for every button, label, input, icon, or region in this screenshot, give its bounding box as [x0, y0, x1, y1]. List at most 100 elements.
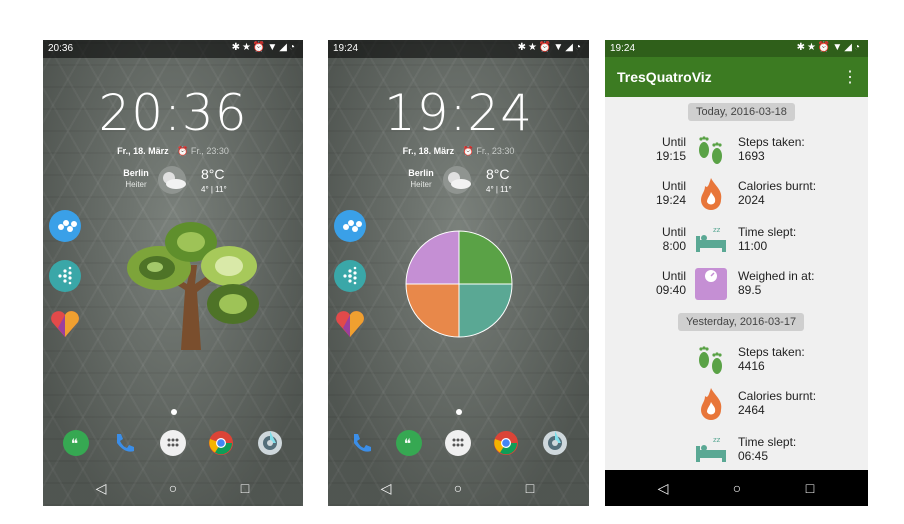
date-text: Fr., 18. März: [402, 146, 455, 156]
scale-icon: [695, 268, 727, 300]
date-header-yesterday: Yesterday, 2016-03-17: [678, 313, 805, 331]
status-time: 20:36: [48, 43, 74, 54]
until-label: Until 09:40: [655, 269, 686, 297]
app-bar: TresQuatroViz ⋮: [605, 57, 868, 97]
metric-text: Steps taken: 1693: [738, 135, 805, 163]
app-dots-icon[interactable]: [334, 210, 366, 242]
pie-slice: [458, 230, 513, 285]
fitbit-icon[interactable]: [334, 260, 366, 292]
phone-icon[interactable]: [111, 430, 137, 456]
list-item[interactable]: Until 19:24 Calories burnt: 2024: [605, 176, 868, 216]
weather-widget[interactable]: Berlin Heiter 8°C 4° | 11°: [328, 165, 589, 199]
app-drawer-icon[interactable]: [160, 430, 186, 456]
weather-condition: Heiter: [410, 180, 432, 189]
date-header-today: Today, 2016-03-18: [688, 103, 795, 121]
nav-bar: ◁ ○ □: [43, 470, 303, 506]
weather-widget[interactable]: Berlin Heiter 8°C 4° | 11°: [43, 165, 303, 199]
pie-visualization[interactable]: [404, 229, 514, 339]
date-text: Fr., 18. März: [117, 146, 169, 156]
home-icon[interactable]: ○: [163, 478, 183, 498]
status-icons: ✱★⏰▼◢◔: [517, 42, 583, 53]
status-bar: 20:36 ✱★⏰▼◢◔: [43, 40, 303, 58]
page-indicator: [171, 409, 177, 415]
metric-text: Calories burnt: 2024: [738, 179, 817, 207]
metric-text: Steps taken: 4416: [738, 345, 805, 373]
app-dots-icon[interactable]: [49, 210, 81, 242]
chrome-icon[interactable]: [208, 430, 234, 456]
svg-text:zz: zz: [713, 436, 721, 444]
pie-slice: [458, 283, 513, 338]
recents-icon[interactable]: □: [235, 478, 255, 498]
metric-text: Weighed in at: 89.5: [738, 269, 815, 297]
nav-bar: ◁ ○ □: [328, 470, 589, 506]
tree-visualization[interactable]: [121, 220, 263, 355]
back-icon[interactable]: ◁: [91, 478, 111, 498]
phone-screen-tree: 20:36 ✱★⏰▼◢◔ 20:36 Fr., 18. März ⏰ Fr., …: [43, 40, 303, 506]
list-item[interactable]: Steps taken: 4416: [605, 342, 868, 382]
clock-widget[interactable]: 19:24: [328, 84, 589, 142]
weather-range: 4° | 11°: [486, 185, 512, 194]
back-icon[interactable]: ◁: [653, 478, 673, 498]
sleep-bed-icon: zz: [696, 436, 726, 462]
clock-widget[interactable]: 20:36: [43, 84, 303, 142]
weather-temperature: 8°C: [486, 166, 510, 182]
next-alarm: ⏰ Fr., 23:30: [462, 146, 515, 156]
list-item[interactable]: Until 19:15 Steps taken: 1693: [605, 132, 868, 172]
until-label: Until 19:15: [655, 135, 686, 163]
chrome-icon[interactable]: [493, 430, 519, 456]
pie-slice: [405, 230, 460, 285]
health-heart-icon[interactable]: [334, 308, 366, 340]
home-icon[interactable]: ○: [448, 478, 468, 498]
list-item[interactable]: zz Time slept: 06:45: [605, 432, 868, 472]
next-alarm: ⏰ Fr., 23:30: [177, 146, 229, 156]
metric-text: Time slept: 06:45: [738, 435, 797, 463]
phone-screen-app: 19:24 ✱★⏰▼◢◔ TresQuatroViz ⋮ Today, 2016…: [605, 40, 868, 506]
next-alarm-text: Fr., 23:30: [190, 146, 229, 156]
health-heart-icon[interactable]: [49, 308, 81, 340]
weather-temperature: 8°C: [201, 166, 225, 182]
date-line: Fr., 18. März ⏰ Fr., 23:30: [328, 146, 589, 157]
status-bar: 19:24 ✱★⏰▼◢◔: [328, 40, 589, 58]
home-icon[interactable]: ○: [727, 478, 747, 498]
status-bar: 19:24 ✱★⏰▼◢◔: [605, 40, 868, 57]
next-alarm-text: Fr., 23:30: [476, 146, 515, 156]
svg-text:zz: zz: [713, 226, 721, 234]
camera-icon[interactable]: [257, 430, 283, 456]
metric-text: Calories burnt: 2464: [738, 389, 817, 417]
until-label: Until 19:24: [655, 179, 686, 207]
camera-icon[interactable]: [542, 430, 568, 456]
dock: ❝: [328, 430, 589, 460]
list-item[interactable]: Until 09:40 Weighed in at: 89.5: [605, 266, 868, 306]
back-icon[interactable]: ◁: [376, 478, 396, 498]
app-title: TresQuatroViz: [617, 69, 712, 85]
footprints-icon: [699, 346, 722, 374]
recents-icon[interactable]: □: [520, 478, 540, 498]
sleep-bed-icon: zz: [696, 226, 726, 252]
list-item[interactable]: Until 8:00 zz Time slept: 11:00: [605, 222, 868, 262]
status-icons: ✱★⏰▼◢◔: [796, 42, 862, 53]
phone-icon[interactable]: [348, 430, 374, 456]
list-item[interactable]: Calories burnt: 2464: [605, 386, 868, 426]
flame-icon: [701, 178, 722, 210]
svg-text:❝: ❝: [404, 437, 411, 452]
date-line: Fr., 18. März ⏰ Fr., 23:30: [43, 146, 303, 157]
dock: ❝: [43, 430, 303, 460]
status-time: 19:24: [333, 43, 359, 54]
app-drawer-icon[interactable]: [445, 430, 471, 456]
metric-text: Time slept: 11:00: [738, 225, 797, 253]
phone-screen-pie: 19:24 ✱★⏰▼◢◔ 19:24 Fr., 18. März ⏰ Fr., …: [328, 40, 589, 506]
flame-icon: [701, 388, 722, 420]
weather-range: 4° | 11°: [201, 185, 227, 194]
page-indicator: [456, 409, 462, 415]
fitbit-icon[interactable]: [49, 260, 81, 292]
partly-cloudy-icon: [443, 166, 471, 194]
overflow-menu-icon[interactable]: ⋮: [842, 67, 858, 87]
weather-city: Berlin: [123, 168, 149, 178]
recents-icon[interactable]: □: [800, 478, 820, 498]
hangouts-icon[interactable]: ❝: [396, 430, 422, 456]
hangouts-icon[interactable]: ❝: [63, 430, 89, 456]
pie-slice: [405, 283, 460, 338]
partly-cloudy-icon: [158, 166, 186, 194]
status-icons: ✱★⏰▼◢◔: [231, 42, 297, 53]
status-time: 19:24: [610, 43, 636, 54]
